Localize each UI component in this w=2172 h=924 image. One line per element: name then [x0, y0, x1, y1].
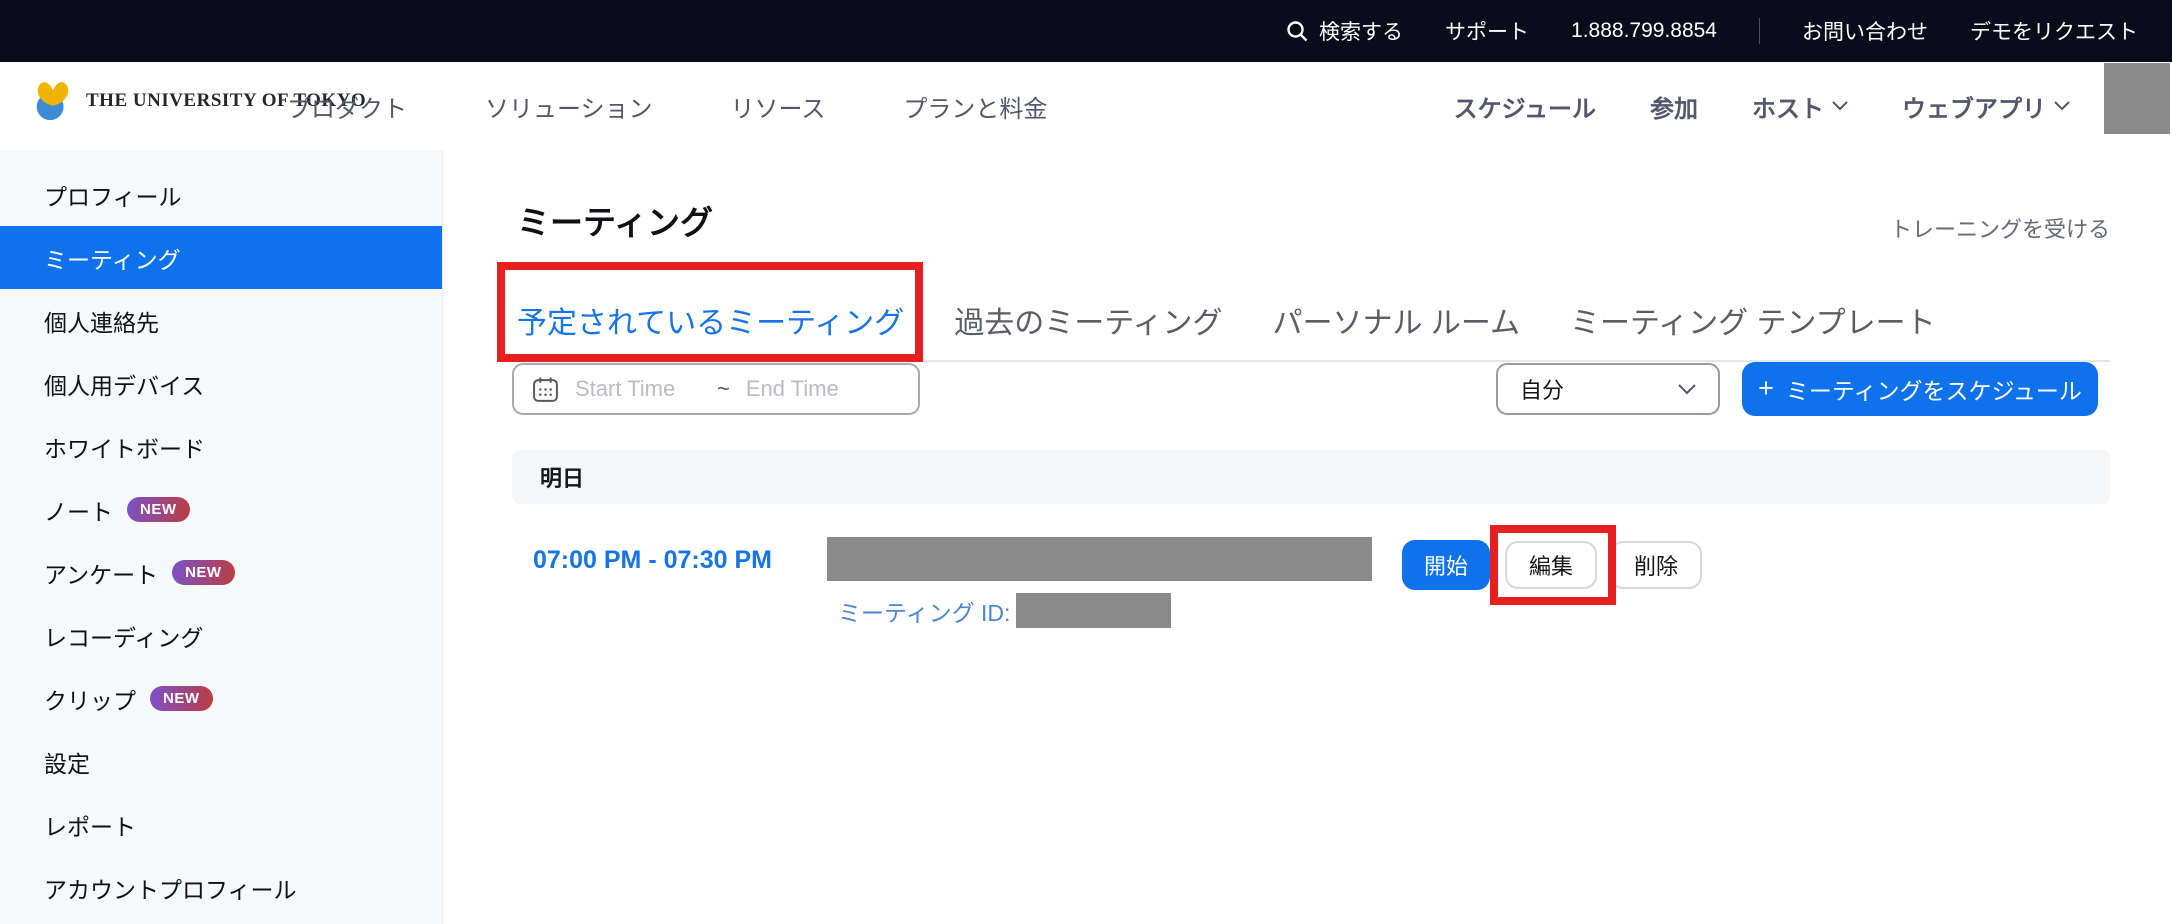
tab-previous-meetings[interactable]: 過去のミーティング [954, 298, 1222, 360]
nav-solutions[interactable]: ソリューション [485, 89, 653, 124]
sidebar-item-meetings[interactable]: ミーティング [0, 226, 442, 289]
phone-number[interactable]: 1.888.799.8854 [1571, 19, 1717, 43]
nav-web-app[interactable]: ウェブアプリ [1902, 89, 2070, 124]
new-badge: NEW [172, 560, 235, 585]
meeting-topic-redacted[interactable] [827, 537, 1372, 581]
meetings-tabs: 予定されているミーティング 過去のミーティング パーソナル ルーム ミーティング… [517, 298, 2110, 362]
sidebar-item-notes[interactable]: ノート NEW [0, 478, 442, 541]
sidebar-item-profile[interactable]: プロフィール [0, 163, 442, 226]
tab-personal-room[interactable]: パーソナル ルーム [1273, 298, 1520, 360]
nav-join[interactable]: 参加 [1650, 89, 1698, 124]
main-content: ミーティング トレーニングを受ける 予定されているミーティング 過去のミーティン… [443, 150, 2172, 924]
search-link[interactable]: 検索する [1285, 16, 1403, 46]
search-label: 検索する [1319, 16, 1403, 46]
search-icon [1285, 19, 1309, 43]
ginkgo-leaf-icon [30, 78, 76, 124]
nav-schedule[interactable]: スケジュール [1454, 89, 1596, 124]
divider [1759, 18, 1760, 44]
nav-plans-pricing[interactable]: プランと料金 [903, 89, 1047, 124]
nav-products[interactable]: プロダクト [287, 89, 407, 124]
plus-icon: + [1758, 373, 1774, 404]
account-nav: スケジュール 参加 ホスト ウェブアプリ [1454, 62, 2070, 150]
primary-nav: プロダクト ソリューション リソース プランと料金 [287, 62, 1047, 150]
meeting-id-redacted [1016, 593, 1171, 628]
nav-resources[interactable]: リソース [731, 89, 826, 124]
delete-button[interactable]: 削除 [1610, 541, 1702, 589]
nav-host[interactable]: ホスト [1752, 89, 1848, 124]
new-badge: NEW [150, 686, 213, 711]
page-title: ミーティング [517, 196, 713, 244]
meeting-id-label: ミーティング ID: [838, 594, 1010, 628]
meeting-time: 07:00 PM - 07:30 PM [533, 546, 772, 575]
edit-button[interactable]: 編集 [1505, 541, 1597, 589]
tab-meeting-templates[interactable]: ミーティング テンプレート [1570, 298, 1936, 360]
support-link[interactable]: サポート [1445, 16, 1529, 46]
new-badge: NEW [127, 497, 190, 522]
date-group-header: 明日 [512, 450, 2110, 504]
chevron-down-icon [1832, 101, 1848, 111]
chevron-down-icon [1678, 384, 1696, 395]
main-header: The University of Tokyo プロダクト ソリューション リソ… [0, 62, 2172, 150]
sidebar-item-clips[interactable]: クリップ NEW [0, 667, 442, 730]
host-filter-dropdown[interactable]: 自分 [1496, 363, 1720, 415]
sidebar-item-recordings[interactable]: レコーディング [0, 604, 442, 667]
sidebar: プロフィール ミーティング 個人連絡先 個人用デバイス ホワイトボード ノート … [0, 150, 443, 924]
host-filter-value: 自分 [1520, 373, 1564, 405]
sidebar-item-personal-contacts[interactable]: 個人連絡先 [0, 289, 442, 352]
sidebar-item-settings[interactable]: 設定 [0, 730, 442, 793]
sidebar-item-surveys[interactable]: アンケート NEW [0, 541, 442, 604]
sidebar-item-reports[interactable]: レポート [0, 793, 442, 856]
sidebar-item-account-profile[interactable]: アカウントプロフィール [0, 856, 442, 919]
top-utility-bar: 検索する サポート 1.888.799.8854 お問い合わせ デモをリクエスト [0, 0, 2172, 62]
avatar[interactable] [2104, 63, 2170, 134]
sidebar-item-personal-devices[interactable]: 個人用デバイス [0, 352, 442, 415]
contact-link[interactable]: お問い合わせ [1802, 16, 1928, 46]
start-time-input[interactable] [575, 376, 701, 402]
tab-upcoming-meetings[interactable]: 予定されているミーティング [517, 298, 904, 360]
meeting-id-line: ミーティング ID: [838, 593, 1171, 628]
schedule-meeting-button[interactable]: + ミーティングをスケジュール [1742, 362, 2098, 416]
sidebar-item-whiteboard[interactable]: ホワイトボード [0, 415, 442, 478]
date-range-filter[interactable]: ~ [512, 363, 920, 415]
start-button[interactable]: 開始 [1402, 540, 1490, 590]
get-training-link[interactable]: トレーニングを受ける [1890, 212, 2110, 244]
end-time-input[interactable] [746, 376, 872, 402]
calendar-icon [532, 376, 559, 403]
request-demo-link[interactable]: デモをリクエスト [1970, 16, 2138, 46]
chevron-down-icon [2054, 101, 2070, 111]
range-separator: ~ [717, 376, 730, 402]
